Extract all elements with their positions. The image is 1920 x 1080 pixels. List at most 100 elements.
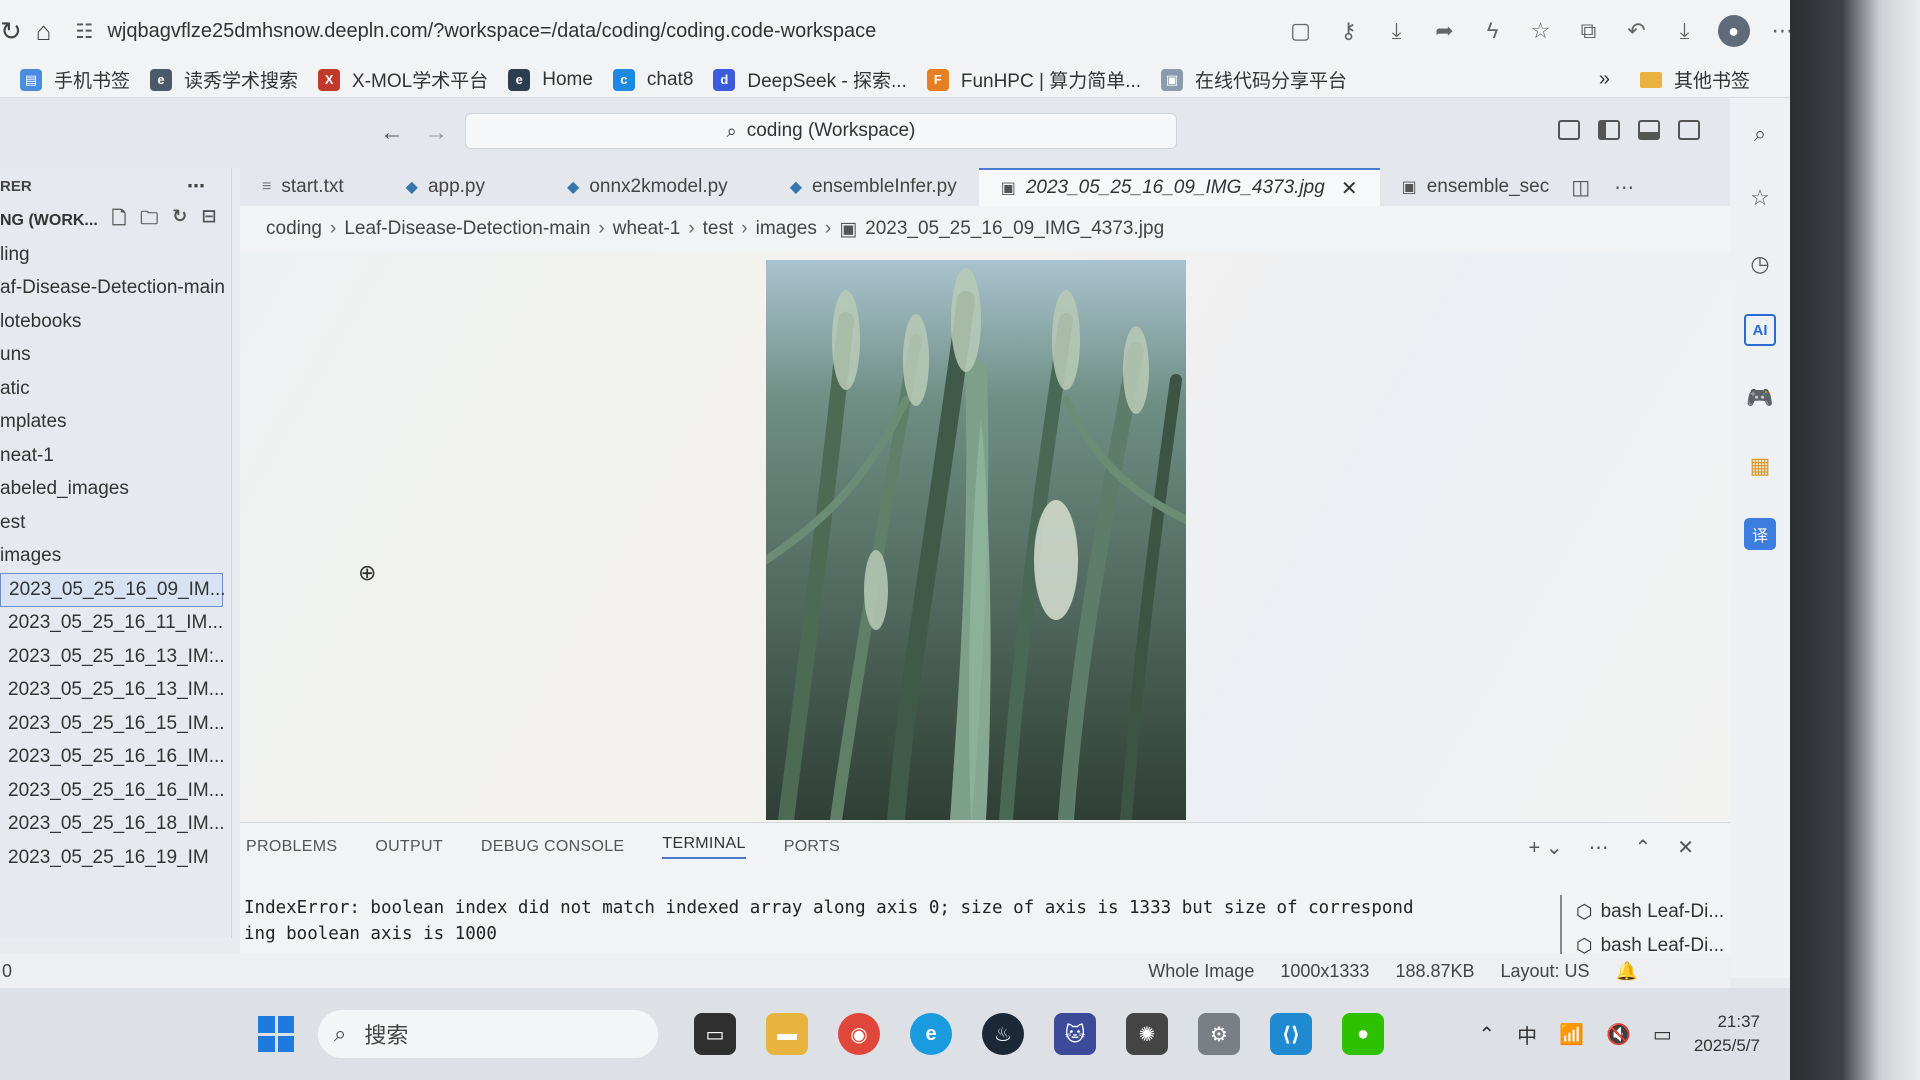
bookmark-item[interactable]: ▣ 在线代码分享平台 (1161, 66, 1347, 93)
download-icon[interactable]: ⤓ (1670, 18, 1700, 44)
tree-folder[interactable]: images (0, 540, 231, 574)
status-zoom[interactable]: Whole Image (1148, 961, 1254, 982)
battery-icon[interactable]: ▭ (1653, 1022, 1672, 1047)
tree-file[interactable]: 2023_05_25_16_15_IM... (0, 707, 231, 741)
toggle-sidebar-icon[interactable] (1598, 120, 1620, 140)
status-layout[interactable]: Layout: US (1501, 961, 1590, 982)
bolt-icon[interactable]: ϟ (1478, 18, 1508, 44)
editor-more-icon[interactable]: ⋯ (1614, 175, 1634, 200)
tree-folder[interactable]: af-Disease-Detection-main (0, 272, 231, 306)
tab-app-py[interactable]: ◆ app.py (366, 168, 507, 206)
workspace-header[interactable]: NG (WORK... 🗋 🗀 ↻ ⊟ (0, 204, 231, 238)
install-icon[interactable]: ⤓ (1382, 18, 1412, 44)
tree-file[interactable]: 2023_05_25_16_13_IM:.. (0, 640, 231, 674)
tab-terminal[interactable]: TERMINAL (662, 835, 746, 859)
tree-file[interactable]: 2023_05_25_16_18_IM... (0, 808, 231, 842)
tab-image-active[interactable]: ▣ 2023_05_25_16_09_IMG_4373.jpg ✕ (978, 168, 1380, 206)
refresh-icon[interactable]: ↻ (172, 206, 187, 236)
tree-folder[interactable]: est (0, 506, 231, 540)
maximize-panel-icon[interactable]: ⌃ (1634, 835, 1651, 860)
cat-app-icon[interactable]: 🐱 (1054, 1013, 1096, 1055)
back-arrow-icon[interactable]: ← (380, 119, 404, 147)
split-editor-icon[interactable]: ◫ (1571, 175, 1590, 200)
bookmark-item[interactable]: d DeepSeek - 探索... (713, 66, 907, 93)
reader-icon[interactable]: ▢ (1286, 18, 1316, 44)
file-explorer-icon[interactable]: ▬ (766, 1013, 808, 1055)
home-icon[interactable]: ⌂ (36, 9, 52, 53)
tree-file[interactable]: 2023_05_25_16_19_IM (0, 841, 231, 875)
collapse-all-icon[interactable]: ⊟ (201, 206, 216, 236)
customize-layout-icon[interactable] (1558, 120, 1580, 140)
task-view-icon[interactable]: ▭ (694, 1013, 736, 1055)
tree-folder[interactable]: ling (0, 238, 231, 272)
favorites-star-icon[interactable]: ☆ (1744, 182, 1776, 214)
favorite-star-icon[interactable]: ☆ (1526, 18, 1556, 44)
tab-debug-console[interactable]: DEBUG CONSOLE (481, 838, 625, 856)
tree-file[interactable]: 2023_05_25_16_16_IM... (0, 774, 231, 808)
breadcrumb-item[interactable]: Leaf-Disease-Detection-main (344, 218, 590, 240)
tab-ports[interactable]: PORTS (784, 838, 840, 856)
openai-icon[interactable]: ✺ (1126, 1013, 1168, 1055)
breadcrumb-item[interactable]: images (756, 218, 817, 240)
bookmark-item[interactable]: c chat8 (612, 68, 693, 91)
chrome-icon[interactable]: ◉ (838, 1013, 880, 1055)
terminal-item[interactable]: ⬡ bash Leaf-Di... (1562, 895, 1730, 929)
undo-icon[interactable]: ↶ (1622, 18, 1652, 44)
reload-icon[interactable]: ↻ (0, 9, 22, 53)
bookmark-item[interactable]: ▤ 手机书签 (20, 66, 130, 93)
toggle-panel-icon[interactable] (1638, 120, 1660, 140)
tab-problems[interactable]: PROBLEMS (246, 838, 337, 856)
key-icon[interactable]: ⚷ (1334, 18, 1364, 44)
vscode-icon[interactable]: ⟨⟩ (1270, 1013, 1312, 1055)
history-clock-icon[interactable]: ◷ (1744, 248, 1776, 280)
tree-file[interactable]: 2023_05_25_16_13_IM... (0, 674, 231, 708)
other-bookmarks[interactable]: 其他书签 (1639, 66, 1750, 93)
site-info-icon[interactable]: ☷ (76, 19, 94, 44)
breadcrumb-item[interactable]: coding (266, 218, 322, 240)
explorer-more-icon[interactable]: ⋯ (187, 176, 205, 197)
tab-onnx2kmodel-py[interactable]: ◆ onnx2kmodel.py (507, 168, 750, 206)
tab-ensembleinfer-py[interactable]: ◆ ensembleInfer.py (750, 168, 979, 206)
new-folder-icon[interactable]: 🗀 (140, 206, 158, 236)
extensions-icon[interactable]: ⧉ (1574, 18, 1604, 44)
new-terminal-icon[interactable]: + ⌄ (1528, 835, 1562, 860)
bookmark-item[interactable]: e Home (508, 68, 593, 91)
bookmark-item[interactable]: X X-MOL学术平台 (318, 66, 488, 93)
wechat-icon[interactable]: ● (1342, 1013, 1384, 1055)
close-panel-icon[interactable]: ✕ (1677, 835, 1694, 860)
address-bar[interactable]: ☷ wjqbagvflze25dmhsnow.deepln.com/?works… (76, 10, 1196, 52)
tree-file[interactable]: 2023_05_25_16_16_IM... (0, 741, 231, 775)
toolbox-icon[interactable]: ▦ (1744, 450, 1776, 482)
tray-overflow-icon[interactable]: ⌃ (1478, 1022, 1495, 1047)
toggle-secondary-sidebar-icon[interactable] (1678, 120, 1700, 140)
wifi-icon[interactable]: 📶 (1559, 1022, 1584, 1047)
tree-file-selected[interactable]: 2023_05_25_16_09_IM... (0, 573, 226, 607)
tool-app-icon[interactable]: ⚙ (1198, 1013, 1240, 1055)
new-file-icon[interactable]: 🗋 (112, 206, 126, 236)
ime-indicator[interactable]: 中 (1517, 1020, 1537, 1049)
volume-muted-icon[interactable]: 🔇 (1606, 1022, 1631, 1047)
command-center[interactable]: ⌕ coding (Workspace) (465, 113, 1177, 149)
bookmark-item[interactable]: e 读秀学术搜索 (150, 66, 298, 93)
tree-folder[interactable]: uns (0, 339, 231, 373)
search-icon[interactable]: ⌕ (1744, 118, 1776, 150)
bookmark-item[interactable]: F FunHPC | 算力简单... (926, 66, 1141, 93)
share-icon[interactable]: ➦ (1430, 18, 1460, 44)
tree-file[interactable]: 2023_05_25_16_11_IM... (0, 607, 231, 641)
tree-folder[interactable]: lotebooks (0, 305, 231, 339)
steam-icon[interactable]: ♨ (982, 1013, 1024, 1055)
close-tab-icon[interactable]: ✕ (1341, 176, 1358, 201)
tab-start-txt[interactable]: ≡ start.txt (240, 168, 366, 206)
forward-arrow-icon[interactable]: → (424, 119, 448, 147)
tree-folder[interactable]: abeled_images (0, 473, 231, 507)
windows-start-icon[interactable] (258, 1016, 294, 1052)
edge-icon[interactable]: e (910, 1013, 952, 1055)
notification-bell-icon[interactable]: 🔔 (1616, 961, 1638, 982)
breadcrumb-item[interactable]: test (703, 218, 734, 240)
terminal-output[interactable]: IndexError: boolean index did not match … (244, 895, 1554, 947)
ai-assistant-icon[interactable]: AI (1744, 314, 1776, 346)
panel-more-icon[interactable]: ⋯ (1588, 835, 1608, 860)
tree-folder[interactable]: mplates (0, 406, 231, 440)
game-controller-icon[interactable]: 🎮 (1744, 382, 1776, 414)
translate-icon[interactable]: 译 (1744, 518, 1776, 550)
